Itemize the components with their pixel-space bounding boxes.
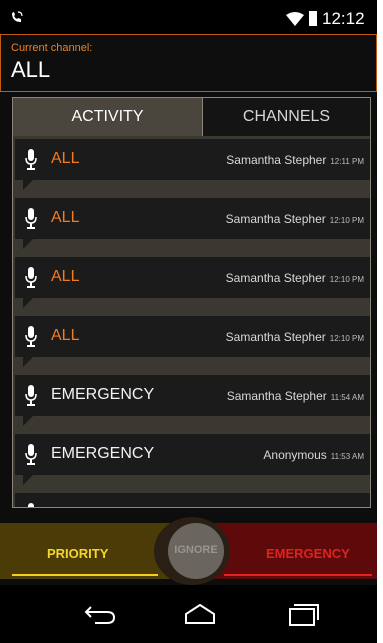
bubble-tail [23, 298, 33, 308]
activity-list[interactable]: ALL Samantha Stepher 12:11 PM ALL Samantha S… [13, 136, 370, 508]
activity-user: Anonymous [263, 448, 327, 462]
activity-user: Samantha Stepher [226, 153, 327, 167]
activity-row[interactable]: ALL Samantha Stepher 12:10 PM [13, 313, 370, 372]
microphone-icon [25, 385, 37, 406]
tab-bar: ACTIVITY CHANNELS [13, 98, 370, 136]
emergency-underline [224, 574, 372, 576]
activity-channel: ALL [51, 150, 80, 167]
activity-user: Samantha Stepher [226, 389, 327, 403]
activity-bubble[interactable]: ALL Samantha Stepher 12:10 PM [15, 316, 370, 357]
activity-time: 12:10 PM [329, 216, 364, 225]
activity-meta [360, 507, 364, 508]
activity-bubble[interactable]: EMERGENCY Anonymous 11:53 AM [15, 434, 370, 475]
status-bar: 12:12 [0, 0, 377, 34]
priority-underline [12, 574, 158, 576]
microphone-icon [25, 444, 37, 465]
status-time: 12:12 [322, 9, 365, 28]
bubble-tail [23, 416, 33, 426]
battery-icon [309, 11, 317, 26]
navigation-bar [0, 585, 377, 643]
app: 12:12 Current channel: ALL ACTIVITY CHAN… [0, 0, 377, 643]
activity-time: 12:11 PM [330, 157, 364, 166]
home-icon[interactable] [183, 602, 217, 626]
activity-meta: Samantha Stepher 12:10 PM [226, 212, 364, 226]
bubble-tail [23, 180, 33, 190]
activity-bubble[interactable]: ALL Samantha Stepher 12:10 PM [15, 257, 370, 298]
microphone-icon [25, 326, 37, 347]
bubble-tail [23, 239, 33, 249]
activity-user: Samantha Stepher [225, 271, 326, 285]
activity-row[interactable]: ALL Samantha Stepher 12:10 PM [13, 195, 370, 254]
recents-icon[interactable] [285, 602, 319, 626]
activity-time: 11:54 AM [330, 393, 364, 402]
activity-channel: EMERGENCY [51, 445, 155, 462]
activity-row[interactable]: EMERGENCY Samantha Stepher 11:54 AM [13, 372, 370, 431]
activity-meta: Samantha Stepher 12:11 PM [226, 153, 364, 167]
activity-time: 12:10 PM [329, 334, 364, 343]
activity-bubble[interactable]: EMERGENCY Samantha Stepher 11:54 AM [15, 375, 370, 416]
activity-channel: EMERGENCY [51, 386, 155, 403]
emergency-label: EMERGENCY [266, 546, 350, 561]
activity-user: Samantha Stepher [225, 330, 326, 344]
activity-meta: Samantha Stepher 12:10 PM [226, 271, 364, 285]
activity-time: 12:10 PM [329, 275, 364, 284]
activity-time: 11:53 AM [330, 452, 364, 461]
back-icon[interactable] [83, 602, 117, 626]
current-channel-header[interactable]: Current channel: ALL [0, 34, 377, 92]
activity-row[interactable]: EMERGENCY Anonymous 11:53 AM [13, 431, 370, 490]
microphone-icon [25, 267, 37, 288]
ignore-button[interactable]: IGNORE [168, 523, 224, 579]
current-channel-value: ALL [11, 57, 51, 82]
activity-row[interactable]: ALL Samantha Stepher 12:11 PM [13, 136, 370, 195]
wifi-icon [286, 12, 304, 26]
tab-channels[interactable]: CHANNELS [203, 98, 370, 136]
activity-meta: Anonymous 11:53 AM [263, 448, 364, 462]
microphone-icon [28, 503, 34, 507]
activity-row[interactable]: ALL Samantha Stepher 12:10 PM [13, 254, 370, 313]
priority-bar: PRIORITY EMERGENCY IGNORE [0, 517, 377, 585]
activity-meta: Samantha Stepher 12:10 PM [226, 330, 364, 344]
tab-activity[interactable]: ACTIVITY [13, 98, 203, 136]
activity-panel: ACTIVITY CHANNELS ALL Samantha Stepher 12:… [12, 97, 371, 508]
activity-bubble[interactable]: ALL Samantha Stepher 12:10 PM [15, 198, 370, 239]
microphone-icon [25, 208, 37, 229]
phone-wifi-call-icon [12, 11, 23, 22]
activity-channel: ALL [51, 268, 80, 285]
activity-meta: Samantha Stepher 11:54 AM [227, 389, 364, 403]
activity-row[interactable] [13, 490, 370, 508]
activity-channel: ALL [51, 327, 80, 344]
activity-channel: ALL [51, 209, 80, 226]
activity-bubble[interactable] [15, 493, 370, 508]
bubble-tail [23, 357, 33, 367]
priority-label: PRIORITY [47, 546, 109, 561]
activity-bubble[interactable]: ALL Samantha Stepher 12:11 PM [15, 139, 370, 180]
emergency-button[interactable]: EMERGENCY [214, 523, 377, 579]
priority-button[interactable]: PRIORITY [0, 523, 170, 579]
activity-user: Samantha Stepher [225, 212, 326, 226]
bubble-tail [23, 475, 33, 485]
current-channel-label: Current channel: [11, 42, 93, 54]
microphone-icon [25, 149, 37, 170]
ignore-label: IGNORE [174, 544, 218, 556]
